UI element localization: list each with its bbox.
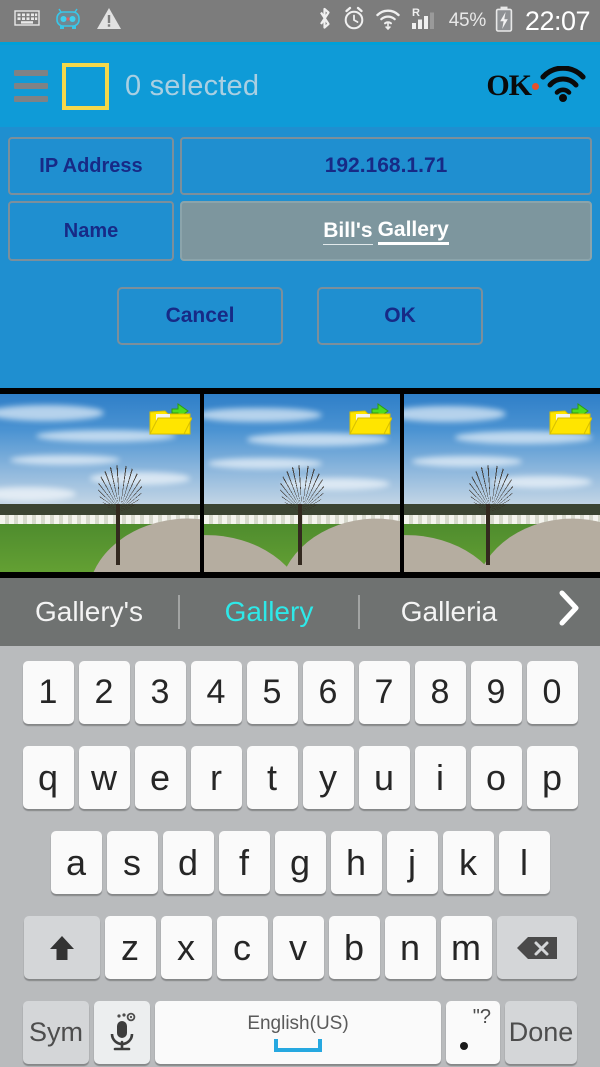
key-m[interactable]: m	[440, 916, 492, 979]
app-logo: OK	[486, 65, 586, 107]
status-bar[interactable]: R 45% 22:07	[0, 0, 600, 42]
svg-text:R: R	[412, 7, 420, 19]
key-7[interactable]: 7	[358, 661, 410, 724]
period-key-secondary-label: "?	[472, 1006, 491, 1028]
app-logo-wifi-icon	[540, 65, 586, 107]
key-a[interactable]: a	[50, 831, 102, 894]
folder-upload-icon	[148, 400, 193, 438]
app-logo-text: OK	[486, 69, 532, 102]
ip-address-input[interactable]: 192.168.1.71	[180, 137, 592, 195]
key-u[interactable]: u	[358, 746, 410, 809]
key-0[interactable]: 0	[526, 661, 578, 724]
folder-upload-icon	[548, 400, 593, 438]
key-j[interactable]: j	[386, 831, 438, 894]
folder-upload-icon	[348, 400, 393, 438]
chevron-right-icon[interactable]	[538, 586, 600, 639]
key-d[interactable]: d	[162, 831, 214, 894]
ip-address-label: IP Address	[8, 137, 174, 195]
name-input-composing-text: Gallery	[377, 218, 449, 245]
keyboard-row-bottom: z x c v b n m	[0, 905, 600, 990]
keyboard-row-home: a s d f g h j k l	[0, 820, 600, 905]
hamburger-icon[interactable]	[14, 70, 48, 102]
shift-arrow-up-icon[interactable]	[23, 916, 100, 979]
microphone-settings-icon[interactable]	[94, 1001, 150, 1064]
name-row: Name Bill's Gallery	[8, 201, 592, 261]
key-1[interactable]: 1	[22, 661, 74, 724]
status-bar-clock: 22:07	[524, 5, 591, 36]
key-t[interactable]: t	[246, 746, 298, 809]
alarm-icon	[342, 6, 366, 36]
bluetooth-icon	[316, 6, 333, 36]
key-p[interactable]: p	[526, 746, 578, 809]
key-n[interactable]: n	[384, 916, 436, 979]
list-item[interactable]	[404, 394, 600, 572]
suggestion-bar: Gallery's Gallery Galleria	[0, 578, 600, 646]
backspace-icon[interactable]	[496, 916, 577, 979]
done-key[interactable]: Done	[505, 1001, 577, 1064]
key-5[interactable]: 5	[246, 661, 298, 724]
space-key[interactable]: English(US)	[155, 1001, 441, 1064]
dialog-button-row: Cancel OK	[8, 287, 592, 345]
status-bar-left-icons	[14, 7, 122, 35]
connection-dialog: IP Address 192.168.1.71 Name Bill's Gall…	[0, 127, 600, 388]
keyboard-row-top: q w e r t y u i o p	[0, 735, 600, 820]
warning-icon	[96, 7, 122, 35]
list-item[interactable]	[0, 394, 200, 572]
app-logo-dot	[532, 82, 539, 90]
keyboard-row-numbers: 1 2 3 4 5 6 7 8 9 0	[0, 650, 600, 735]
key-4[interactable]: 4	[190, 661, 242, 724]
key-x[interactable]: x	[160, 916, 212, 979]
battery-percent: 45%	[448, 10, 486, 31]
name-input-text-prefix: Bill's	[323, 219, 373, 245]
select-all-checkbox[interactable]	[62, 62, 109, 110]
name-input[interactable]: Bill's Gallery	[180, 201, 592, 261]
robot-app-icon	[54, 8, 82, 35]
keyboard-row-function: Sym English(US) "? Done	[0, 990, 600, 1067]
key-3[interactable]: 3	[134, 661, 186, 724]
cancel-button[interactable]: Cancel	[117, 287, 283, 345]
name-label: Name	[8, 201, 174, 261]
key-z[interactable]: z	[104, 916, 156, 979]
key-q[interactable]: q	[22, 746, 74, 809]
key-g[interactable]: g	[274, 831, 326, 894]
key-6[interactable]: 6	[302, 661, 354, 724]
key-f[interactable]: f	[218, 831, 270, 894]
space-bar-icon	[274, 1039, 322, 1052]
key-w[interactable]: w	[78, 746, 130, 809]
period-key-dot-icon	[460, 1042, 468, 1050]
key-y[interactable]: y	[302, 746, 354, 809]
suggestion-item-2[interactable]: Gallery	[180, 596, 358, 628]
app-header: 0 selected OK	[0, 45, 600, 127]
battery-charging-icon	[495, 6, 513, 37]
key-h[interactable]: h	[330, 831, 382, 894]
sym-key[interactable]: Sym	[23, 1001, 89, 1064]
key-b[interactable]: b	[328, 916, 380, 979]
key-i[interactable]: i	[414, 746, 466, 809]
suggestion-item-1[interactable]: Gallery's	[0, 596, 178, 628]
key-l[interactable]: l	[498, 831, 550, 894]
roaming-signal-icon: R	[410, 6, 440, 36]
wifi-icon	[375, 6, 401, 36]
list-item[interactable]	[204, 394, 400, 572]
selection-count-title: 0 selected	[125, 69, 260, 102]
suggestion-item-3[interactable]: Galleria	[360, 596, 538, 628]
key-o[interactable]: o	[470, 746, 522, 809]
key-c[interactable]: c	[216, 916, 268, 979]
ok-button[interactable]: OK	[317, 287, 483, 345]
key-9[interactable]: 9	[470, 661, 522, 724]
key-s[interactable]: s	[106, 831, 158, 894]
key-r[interactable]: r	[190, 746, 242, 809]
period-key[interactable]: "?	[446, 1001, 500, 1064]
thumbnail-strip[interactable]	[0, 388, 600, 578]
status-bar-right-icons: R 45% 22:07	[316, 5, 591, 37]
key-k[interactable]: k	[442, 831, 494, 894]
key-e[interactable]: e	[134, 746, 186, 809]
key-2[interactable]: 2	[78, 661, 130, 724]
key-v[interactable]: v	[272, 916, 324, 979]
key-8[interactable]: 8	[414, 661, 466, 724]
ip-address-row: IP Address 192.168.1.71	[8, 137, 592, 195]
space-key-language-label: English(US)	[247, 1013, 349, 1034]
on-screen-keyboard: 1 2 3 4 5 6 7 8 9 0 q w e r t y u i o p …	[0, 646, 600, 1067]
keyboard-icon	[14, 9, 40, 33]
